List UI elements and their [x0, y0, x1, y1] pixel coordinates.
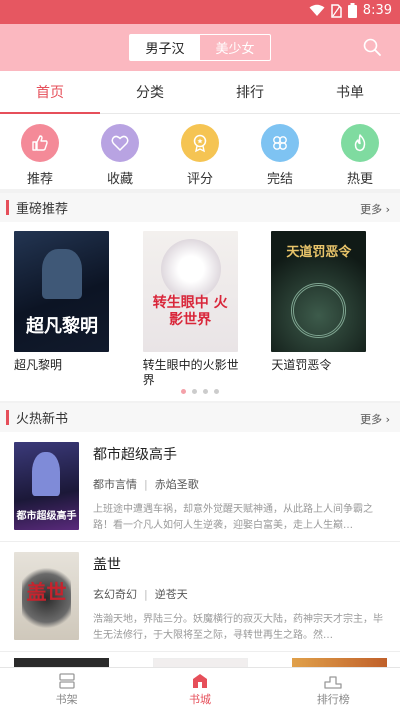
cover-art	[42, 249, 82, 299]
tab-category[interactable]: 分类	[100, 71, 200, 113]
book-genre: 玄幻奇幻	[93, 588, 137, 601]
quick-item-rating[interactable]: 评分	[160, 114, 240, 189]
book-meta: 玄幻奇幻 | 逆苍天	[93, 586, 388, 602]
cover-title: 天道罚恶令	[286, 245, 352, 260]
quick-label: 热更	[346, 172, 373, 187]
book-cover[interactable]	[14, 658, 109, 667]
book-cover[interactable]	[153, 658, 248, 667]
bottom-nav-ranking[interactable]: 排行榜	[267, 668, 400, 711]
bottom-nav-label: 排行榜	[316, 692, 350, 706]
book-title: 转生眼中的火影世界	[142, 358, 239, 387]
more-label: 更多	[360, 203, 383, 216]
store-icon	[192, 673, 207, 688]
tab-home[interactable]: 首页	[0, 71, 100, 114]
quick-item-recommend[interactable]: 推荐	[0, 114, 80, 189]
medal-icon	[181, 124, 219, 162]
gender-tab-male[interactable]: 男子汉	[130, 35, 200, 60]
bottom-nav-label: 书架	[55, 692, 78, 706]
bookshelf-icon	[59, 672, 75, 689]
quick-label: 推荐	[26, 172, 53, 187]
book-info: 盖世 玄幻奇幻 | 逆苍天 浩瀚天地，界陆三分。妖魔横行的寂灭大陆，药神宗天才宗…	[93, 552, 388, 651]
top-header: 男子汉 美少女	[0, 24, 400, 71]
book-cover[interactable]: 天道罚恶令	[271, 231, 367, 352]
cover-art	[160, 239, 221, 299]
section-header: 重磅推荐 更多 ›	[0, 193, 400, 222]
book-cover[interactable]: 都市超级高手	[14, 442, 79, 530]
quick-label: 评分	[186, 172, 213, 187]
new-books-section: 火热新书 更多 › 都市超级高手 都市超级高手 都市言情 | 赤焰圣歌 上班途中…	[0, 403, 400, 667]
cover-art	[291, 283, 347, 338]
wifi-icon	[309, 4, 325, 16]
book-description: 上班途中遭遇车祸，却意外觉醒天赋神通，从此路上人间争霸之路！看一介凡人如何人生逆…	[93, 504, 373, 531]
search-icon[interactable]	[362, 37, 382, 57]
carousel-dot[interactable]	[203, 388, 208, 394]
quick-item-favorites[interactable]: 收藏	[80, 114, 160, 189]
heart-icon	[101, 124, 139, 162]
chevron-right-icon: ›	[382, 203, 390, 216]
flame-icon	[341, 124, 379, 162]
quick-item-hot-update[interactable]: 热更	[320, 114, 400, 189]
book-title: 超凡黎明	[14, 358, 63, 372]
quick-label: 收藏	[106, 172, 133, 187]
book-author: 逆苍天	[154, 588, 188, 601]
list-item[interactable]: 都市超级高手 都市超级高手 都市言情 | 赤焰圣歌 上班途中遭遇车祸，却意外觉醒…	[0, 432, 400, 542]
book-title: 盖世	[93, 557, 121, 573]
quick-bar: 推荐 收藏 评分 完结 热更	[0, 114, 400, 189]
cover-title: 盖世	[26, 580, 67, 604]
clover-icon	[261, 124, 299, 162]
more-label: 更多	[360, 413, 383, 426]
partial-covers-row	[0, 652, 400, 667]
book-cover[interactable]: 盖世	[14, 552, 79, 640]
carousel-dot-active[interactable]	[181, 388, 186, 394]
tab-booklist[interactable]: 书单	[300, 71, 400, 113]
thumb-up-icon	[21, 124, 59, 162]
bottom-nav-store[interactable]: 书城	[133, 668, 266, 711]
meta-divider: |	[140, 478, 152, 491]
book-meta: 都市言情 | 赤焰圣歌	[93, 476, 388, 492]
featured-section: 重磅推荐 更多 › 超凡黎明 超凡黎明 转生眼中 火影世界 转生眼中的火影世界 …	[0, 193, 400, 401]
carousel-dot[interactable]	[192, 388, 197, 394]
book-card[interactable]: 天道罚恶令 天道罚恶令	[271, 222, 400, 380]
book-author: 赤焰圣歌	[154, 478, 199, 491]
cover-title: 超凡黎明	[26, 316, 98, 337]
more-link[interactable]: 更多 ›	[360, 408, 390, 427]
quick-label: 完结	[266, 172, 293, 187]
status-time: 8:39	[362, 3, 392, 18]
carousel-dot[interactable]	[214, 388, 219, 394]
cover-art	[32, 452, 60, 496]
list-item[interactable]: 盖世 盖世 玄幻奇幻 | 逆苍天 浩瀚天地，界陆三分。妖魔横行的寂灭大陆，药神宗…	[0, 542, 400, 652]
section-title: 重磅推荐	[0, 198, 68, 217]
book-cover[interactable]	[292, 658, 387, 667]
section-header: 火热新书 更多 ›	[0, 403, 400, 432]
quick-item-finished[interactable]: 完结	[240, 114, 320, 189]
book-title: 都市超级高手	[93, 447, 177, 463]
cover-title: 转生眼中 火影世界	[152, 295, 228, 328]
tab-ranking[interactable]: 排行	[200, 71, 300, 113]
gender-tab-female[interactable]: 美少女	[200, 35, 270, 60]
featured-books: 超凡黎明 超凡黎明 转生眼中 火影世界 转生眼中的火影世界 天道罚恶令 天道罚恶…	[0, 222, 400, 387]
book-cover[interactable]: 超凡黎明	[14, 231, 109, 352]
battery-icon	[347, 3, 357, 18]
book-description: 浩瀚天地，界陆三分。妖魔横行的寂灭大陆，药神宗天才宗主，毕生无法修行，于大限将至…	[93, 614, 383, 641]
more-link[interactable]: 更多 ›	[360, 198, 390, 217]
podium-icon	[324, 675, 342, 689]
cover-title: 都市超级高手	[16, 511, 77, 522]
book-genre: 都市言情	[93, 478, 137, 491]
gender-switch: 男子汉 美少女	[129, 34, 271, 61]
nav-tabs: 首页 分类 排行 书单	[0, 71, 400, 114]
book-cover[interactable]: 转生眼中 火影世界	[142, 231, 238, 352]
meta-divider: |	[140, 588, 152, 601]
bottom-nav: 书架 书城 排行榜	[0, 667, 400, 711]
bottom-nav-label: 书城	[188, 692, 211, 706]
section-title: 火热新书	[0, 408, 68, 427]
sim-icon	[331, 3, 342, 18]
status-icons: 8:39	[309, 3, 392, 18]
book-info: 都市超级高手 都市言情 | 赤焰圣歌 上班途中遭遇车祸，却意外觉醒天赋神通，从此…	[93, 442, 388, 541]
status-bar: 8:39	[0, 0, 400, 24]
book-card[interactable]: 超凡黎明 超凡黎明	[14, 222, 143, 380]
book-title: 天道罚恶令	[271, 358, 332, 372]
bottom-nav-bookshelf[interactable]: 书架	[0, 668, 133, 711]
chevron-right-icon: ›	[382, 413, 390, 426]
book-card[interactable]: 转生眼中 火影世界 转生眼中的火影世界	[142, 222, 272, 387]
